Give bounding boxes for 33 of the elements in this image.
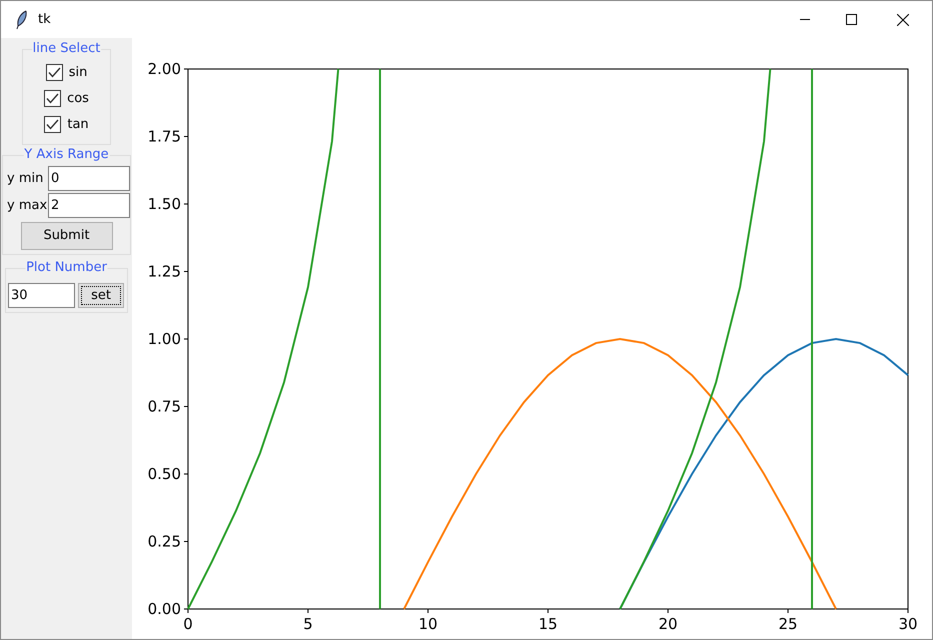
window-title: tk (38, 10, 51, 29)
x-tick-label: 25 (778, 615, 798, 633)
x-tick-label: 0 (183, 615, 193, 633)
check-icon (46, 119, 60, 130)
field-label: y min (7, 170, 44, 188)
check-icon (46, 93, 60, 104)
y-tick-label: 0.25 (148, 532, 181, 550)
y-tick-label: 0.75 (148, 398, 181, 416)
y-tick-label: 2.00 (148, 60, 181, 78)
set-button[interactable]: set (78, 283, 124, 308)
close-icon (897, 14, 909, 26)
input-field[interactable]: 2 (48, 193, 130, 218)
x-tick-label: 15 (538, 615, 558, 633)
checkbox[interactable]: sin (46, 62, 88, 83)
field-label: y max (7, 196, 48, 215)
frame-title: Y Axis Range (23, 147, 110, 163)
y-tick-label: 1.25 (148, 262, 181, 280)
input-field[interactable]: 0 (48, 166, 130, 191)
x-tick-label: 10 (418, 615, 438, 633)
checkbox[interactable]: cos (44, 88, 89, 109)
y-tick-label: 1.50 (148, 195, 181, 213)
x-tick-label: 20 (658, 615, 678, 633)
check-icon (48, 67, 61, 78)
checkbox[interactable]: tan (44, 114, 89, 135)
input-field[interactable]: 30 (8, 283, 75, 308)
submit-button[interactable]: Submit (20, 222, 112, 250)
feather-icon (16, 10, 28, 30)
x-tick-label: 5 (303, 615, 313, 633)
y-tick-label: 0.50 (148, 465, 181, 483)
x-tick-label: 30 (898, 615, 918, 633)
y-tick-label: 0.00 (148, 600, 181, 618)
y-tick-label: 1.75 (148, 128, 181, 146)
y-tick-label: 1.00 (148, 330, 181, 348)
